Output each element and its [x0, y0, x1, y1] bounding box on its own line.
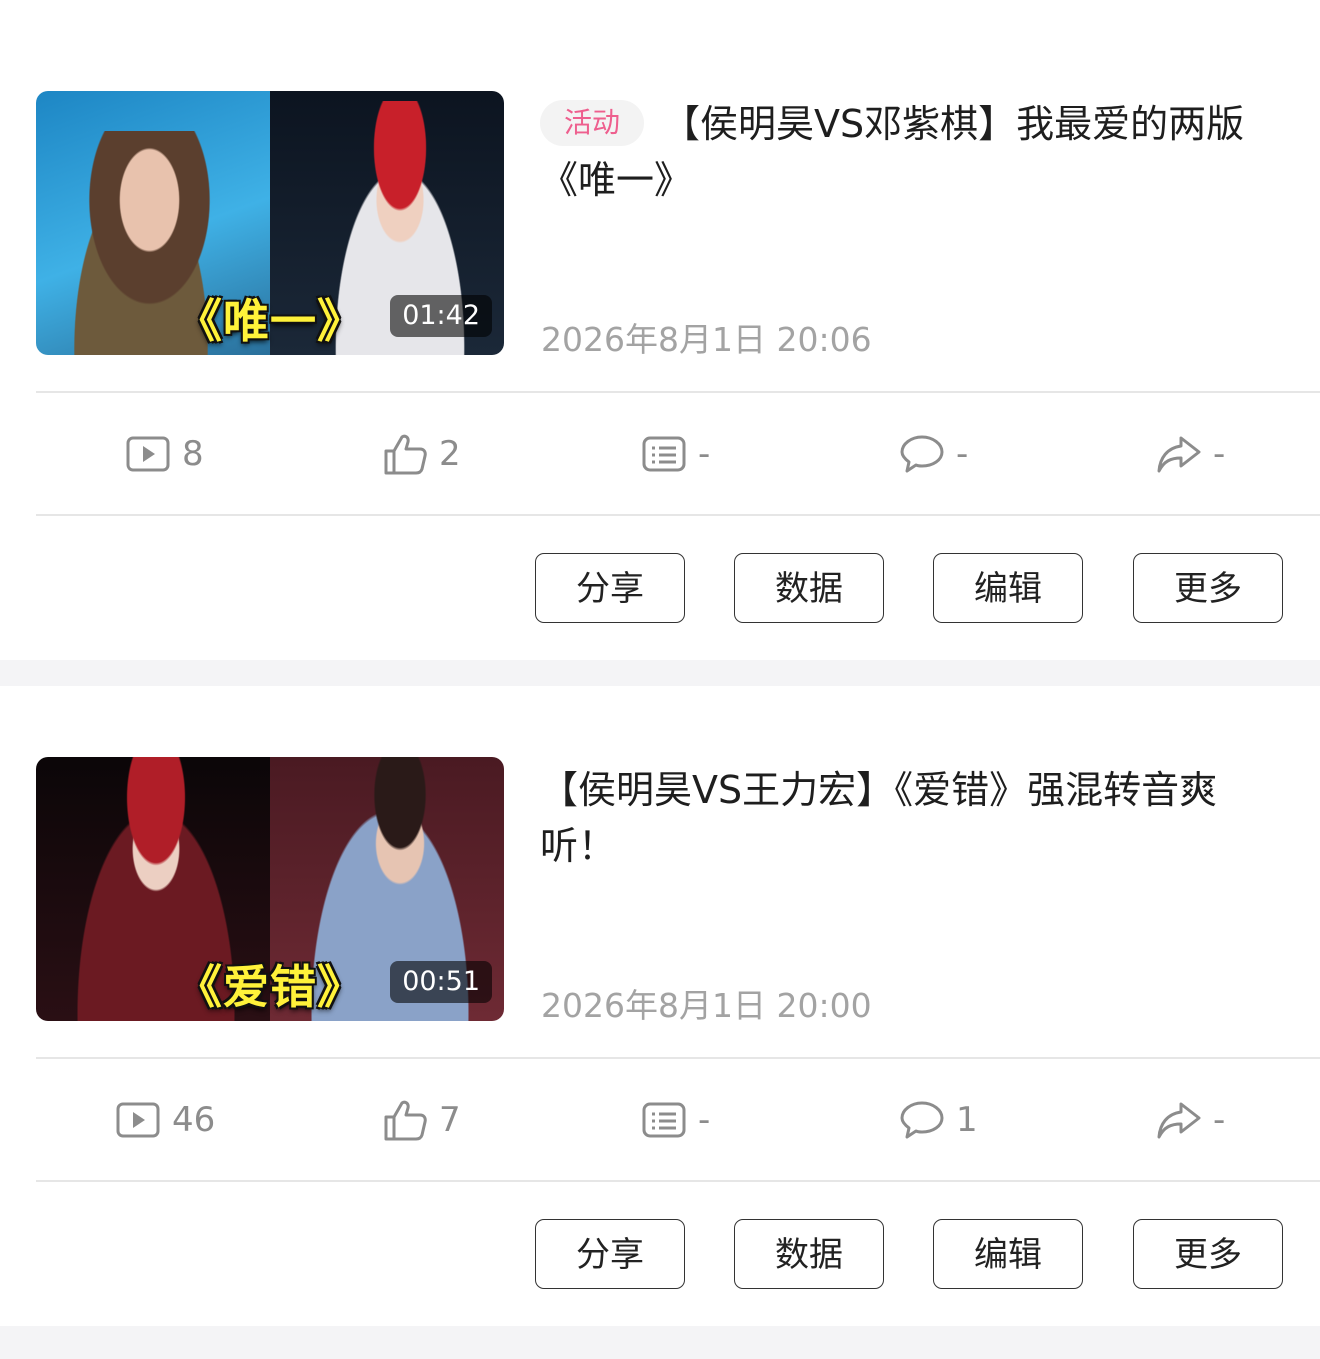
divider — [36, 391, 1320, 393]
data-button[interactable]: 数据 — [734, 1219, 884, 1289]
stat-plays[interactable]: 8 — [126, 394, 204, 514]
stat-likes[interactable]: 7 — [383, 1060, 461, 1180]
stat-comments[interactable]: - — [900, 394, 968, 514]
stat-danmaku[interactable]: - — [642, 394, 710, 514]
video-thumbnail[interactable]: 《唯一》 01:42 — [36, 91, 504, 355]
stat-danmaku[interactable]: - — [642, 1060, 710, 1180]
stat-comments[interactable]: 1 — [900, 1060, 978, 1180]
comments-count: 1 — [956, 1100, 978, 1140]
danmaku-icon — [642, 436, 686, 472]
likes-count: 2 — [439, 434, 461, 474]
stat-shares[interactable]: - — [1157, 394, 1225, 514]
more-button[interactable]: 更多 — [1133, 1219, 1283, 1289]
plays-count: 46 — [172, 1100, 216, 1140]
video-title[interactable]: 活动 【侯明昊VS邓紫棋】我最爱的两版《唯一》 — [540, 96, 1280, 208]
stat-shares[interactable]: - — [1157, 1060, 1225, 1180]
video-title-text: 【侯明昊VS邓紫棋】我最爱的两版《唯一》 — [540, 102, 1245, 202]
data-button[interactable]: 数据 — [734, 553, 884, 623]
video-title[interactable]: 【侯明昊VS王力宏】《爱错》强混转音爽听！ — [540, 762, 1280, 874]
comment-icon — [900, 1101, 944, 1139]
divider — [36, 514, 1320, 516]
like-icon — [384, 434, 427, 475]
danmaku-count: - — [698, 434, 711, 474]
publish-date: 2026年8月1日 20:00 — [541, 986, 872, 1025]
danmaku-count: - — [698, 1100, 711, 1140]
divider — [36, 1057, 1320, 1059]
action-buttons: 分享 数据 编辑 更多 — [0, 1219, 1320, 1291]
comment-icon — [900, 435, 944, 473]
danmaku-icon — [642, 1102, 686, 1138]
video-duration: 01:42 — [390, 295, 492, 337]
shares-count: - — [1213, 1100, 1226, 1140]
edit-button[interactable]: 编辑 — [933, 553, 1083, 623]
play-icon — [116, 1102, 160, 1138]
shares-count: - — [1213, 434, 1226, 474]
video-thumbnail[interactable]: 《爱错》 00:51 — [36, 757, 504, 1021]
share-icon — [1157, 436, 1201, 473]
publish-date: 2026年8月1日 20:06 — [541, 320, 872, 359]
thumbnail-caption: 《唯一》 — [176, 294, 364, 348]
stats-row: 8 2 - - - — [0, 394, 1320, 514]
share-button[interactable]: 分享 — [535, 553, 685, 623]
divider — [36, 1180, 1320, 1182]
action-buttons: 分享 数据 编辑 更多 — [0, 553, 1320, 625]
thumbnail-caption: 《爱错》 — [176, 960, 364, 1014]
edit-button[interactable]: 编辑 — [933, 1219, 1083, 1289]
activity-tag: 活动 — [540, 99, 645, 146]
more-button[interactable]: 更多 — [1133, 553, 1283, 623]
like-icon — [384, 1100, 427, 1141]
play-icon — [126, 436, 170, 472]
video-card: 《爱错》 00:51 【侯明昊VS王力宏】《爱错》强混转音爽听！ 2026年8月… — [0, 686, 1320, 1326]
video-card: 《唯一》 01:42 活动 【侯明昊VS邓紫棋】我最爱的两版《唯一》 2026年8… — [0, 0, 1320, 660]
share-button[interactable]: 分享 — [535, 1219, 685, 1289]
video-title-text: 【侯明昊VS王力宏】《爱错》强混转音爽听！ — [540, 768, 1218, 868]
video-duration: 00:51 — [390, 961, 492, 1003]
comments-count: - — [956, 434, 969, 474]
share-icon — [1157, 1102, 1201, 1139]
plays-count: 8 — [182, 434, 204, 474]
stats-row: 46 7 - 1 - — [0, 1060, 1320, 1180]
likes-count: 7 — [439, 1100, 461, 1140]
stat-plays[interactable]: 46 — [116, 1060, 215, 1180]
stat-likes[interactable]: 2 — [383, 394, 461, 514]
